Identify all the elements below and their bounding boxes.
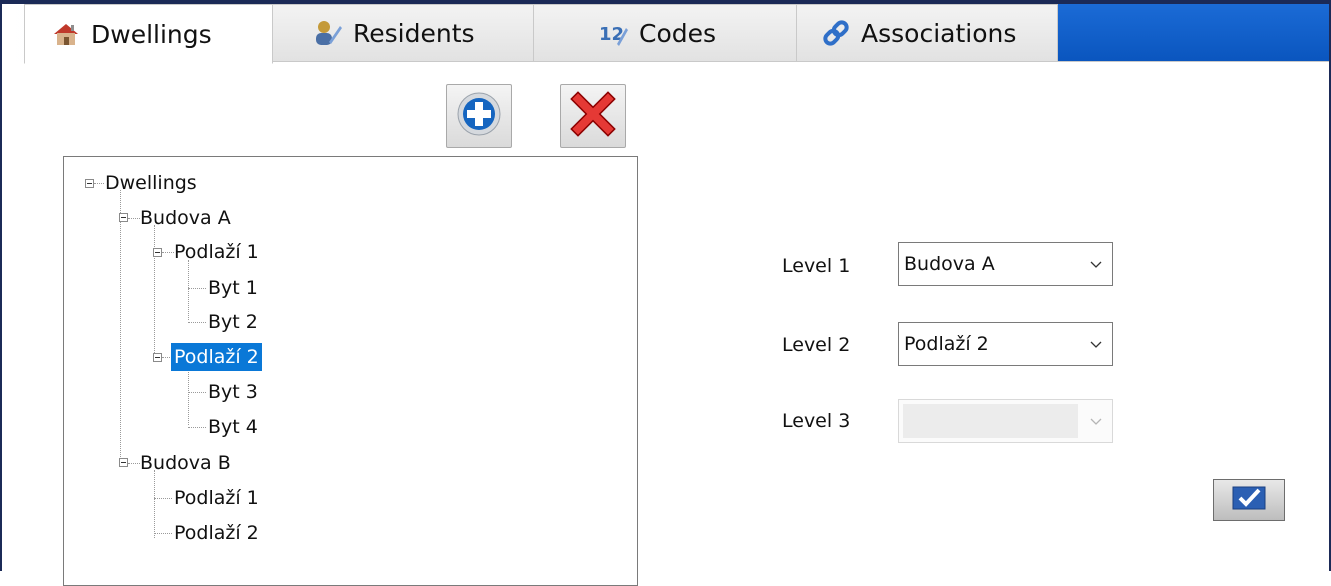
- residents-icon: [313, 18, 343, 48]
- tree-item-label: Budova B: [140, 452, 231, 474]
- level2-select[interactable]: Podlaží 2: [898, 322, 1113, 366]
- confirm-button[interactable]: [1213, 479, 1285, 521]
- collapse-toggle[interactable]: [119, 213, 128, 222]
- tree-item-flat[interactable]: Byt 3: [205, 378, 261, 406]
- tab-panel-border: [272, 61, 1329, 62]
- tab-dwellings[interactable]: Dwellings: [24, 4, 273, 64]
- tree-item-flat[interactable]: Byt 2: [205, 308, 261, 336]
- tree-item-label: Budova A: [140, 207, 231, 229]
- tree-connector: [154, 225, 155, 355]
- tree-connector: [188, 288, 206, 289]
- collapse-toggle[interactable]: [119, 458, 128, 467]
- tab-label: Residents: [353, 18, 475, 48]
- level1-select[interactable]: Budova A: [898, 242, 1113, 286]
- red-x-icon: [570, 91, 616, 141]
- tree-connector: [120, 190, 121, 467]
- add-button[interactable]: [446, 84, 512, 148]
- tree-connector: [188, 322, 206, 323]
- tab-residents[interactable]: Residents: [272, 4, 534, 62]
- tree-item-label: Podlaží 2: [174, 522, 259, 544]
- plus-icon: [456, 91, 502, 141]
- tree-item-label: Podlaží 2: [171, 343, 262, 371]
- tree-item-floor[interactable]: Podlaží 2: [171, 519, 262, 547]
- tree-item-floor[interactable]: Podlaží 1: [171, 238, 262, 266]
- tree-item-label: Podlaží 1: [174, 241, 259, 263]
- tab-label: Dwellings: [91, 19, 212, 49]
- tree-item-label: Byt 2: [208, 311, 258, 333]
- tree-connector: [154, 533, 172, 534]
- tree-connector: [188, 365, 189, 425]
- collapse-toggle[interactable]: [153, 353, 162, 362]
- level1-value: Budova A: [904, 253, 995, 275]
- level1-label: Level 1: [782, 255, 851, 277]
- link-icon: [821, 18, 851, 48]
- tab-bar-accent: [1040, 4, 1329, 62]
- collapse-toggle[interactable]: [153, 248, 162, 257]
- dwellings-tree[interactable]: Dwellings Budova A Podlaží 1 Byt 1 Byt 2…: [63, 156, 638, 586]
- chevron-down-icon: [1090, 341, 1102, 348]
- tree-item-floor[interactable]: Podlaží 1: [171, 484, 262, 512]
- tab-codes[interactable]: 12 Codes: [533, 4, 797, 62]
- house-icon: [51, 19, 81, 49]
- level2-value: Podlaží 2: [904, 333, 989, 355]
- tree-connector: [188, 392, 206, 393]
- collapse-toggle[interactable]: [85, 179, 94, 188]
- tree-item-root[interactable]: Dwellings: [102, 169, 200, 197]
- tab-associations[interactable]: Associations: [796, 4, 1058, 62]
- tree-item-label: Podlaží 1: [174, 487, 259, 509]
- checkmark-icon: [1232, 486, 1266, 514]
- chevron-down-icon: [1090, 261, 1102, 268]
- tree-connector: [154, 498, 172, 499]
- level3-select[interactable]: [898, 399, 1113, 443]
- level2-label: Level 2: [782, 334, 851, 356]
- tree-item-floor-selected[interactable]: Podlaží 2: [171, 343, 262, 371]
- tree-item-flat[interactable]: Byt 4: [205, 413, 261, 441]
- tree-item-label: Byt 1: [208, 277, 258, 299]
- tree-item-flat[interactable]: Byt 1: [205, 274, 261, 302]
- tree-connector: [188, 260, 189, 320]
- codes-icon: 12: [599, 18, 629, 48]
- tree-item-label: Dwellings: [105, 172, 197, 194]
- tab-label: Codes: [639, 18, 717, 48]
- tab-label: Associations: [861, 18, 1017, 48]
- tree-connector: [188, 427, 206, 428]
- tree-item-building[interactable]: Budova A: [137, 204, 234, 232]
- tree-item-label: Byt 3: [208, 381, 258, 403]
- delete-button[interactable]: [560, 84, 626, 148]
- chevron-down-icon: [1090, 418, 1102, 425]
- level3-value-area: [903, 404, 1078, 438]
- level3-label: Level 3: [782, 410, 851, 432]
- tree-item-label: Byt 4: [208, 416, 258, 438]
- tree-item-building[interactable]: Budova B: [137, 449, 234, 477]
- tree-connector: [154, 470, 155, 538]
